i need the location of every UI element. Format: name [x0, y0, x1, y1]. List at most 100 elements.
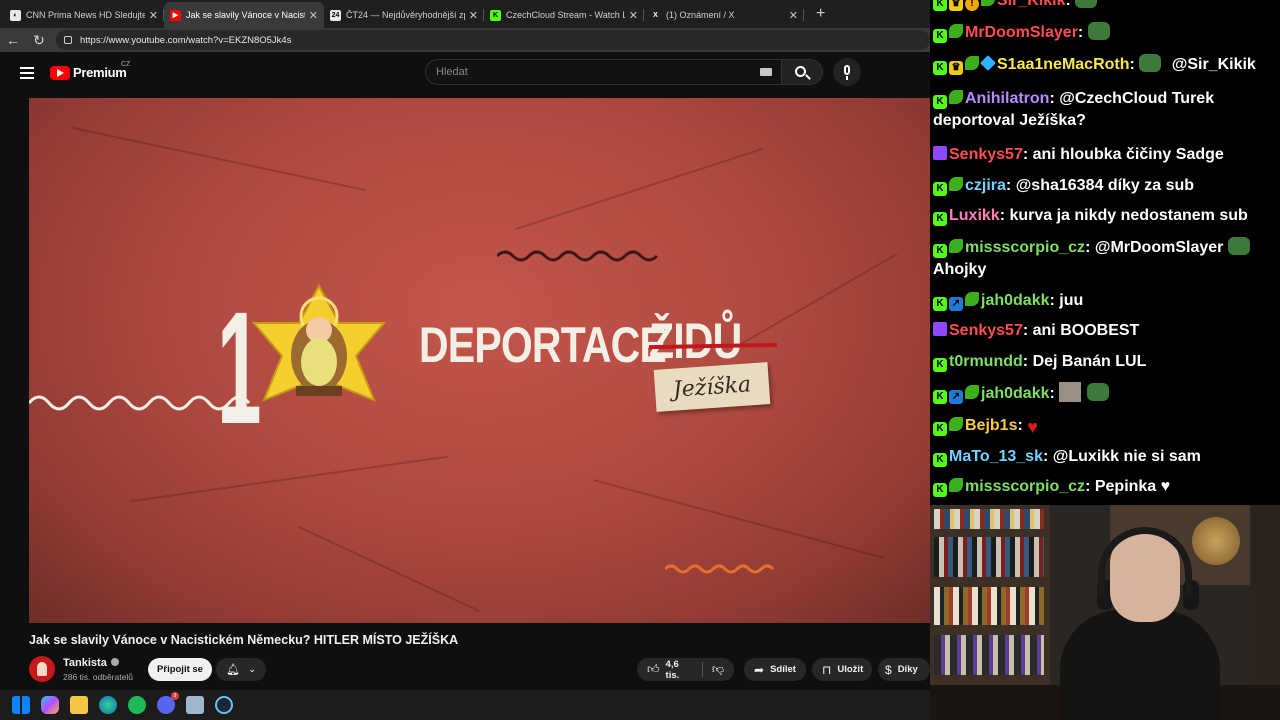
chat-badge-leaf-icon — [965, 292, 979, 306]
chat-message: K Bejb1s: ♥ — [933, 415, 1277, 437]
chat-text: @MrDoomSlayer — [1094, 239, 1224, 256]
like-count[interactable]: 4,6 tis. — [666, 659, 693, 681]
edge-icon[interactable] — [99, 696, 117, 714]
bookmark-icon: ⊓ — [822, 662, 832, 677]
thanks-button[interactable]: $ Díky — [878, 658, 930, 681]
video-player[interactable]: 1 DEPORTACE ŽIDŮ Ježíška — [29, 98, 930, 623]
premium-label: Premium — [73, 65, 127, 80]
new-tab-button[interactable]: + — [804, 2, 837, 28]
save-button[interactable]: ⊓ Uložit — [812, 658, 872, 681]
browser-tab[interactable]: K CzechCloud Stream - Watch Live o ✕ — [484, 2, 644, 28]
tab-close-icon[interactable]: ✕ — [789, 9, 798, 22]
chat-username[interactable]: Senkys57 — [949, 146, 1023, 163]
tab-close-icon[interactable]: ✕ — [149, 9, 158, 22]
search-box: Hledat — [425, 59, 823, 85]
channel-avatar[interactable] — [29, 656, 55, 682]
chat-text: kurva ja nikdy nedostanem sub — [1009, 207, 1248, 224]
windows-taskbar: 9 — [0, 690, 930, 720]
chat-username[interactable]: Luxikk — [949, 207, 1000, 224]
chat-badge-crown-icon: ♛ — [949, 0, 963, 11]
share-button[interactable]: ➦ Sdílet — [744, 658, 806, 681]
chat-username[interactable]: S1aa1neMacRoth — [997, 56, 1130, 73]
channel-name[interactable]: Tankista — [63, 657, 119, 669]
file-explorer-icon[interactable] — [70, 696, 88, 714]
url-field[interactable]: https://www.youtube.com/watch?v=EKZN8O5J… — [56, 30, 930, 50]
thanks-label: Díky — [897, 664, 918, 675]
chat-username[interactable]: Anihilatron — [965, 90, 1049, 107]
chat-message: Senkys57: ani BOOBEST — [933, 320, 1277, 342]
chat-username[interactable]: missscorpio_cz — [965, 478, 1085, 495]
search-button[interactable] — [782, 59, 823, 85]
voice-search-button[interactable] — [833, 58, 861, 86]
chat-badge-coin-icon: ! — [965, 0, 979, 11]
tab-close-icon[interactable]: ✕ — [469, 9, 478, 22]
chat-badge-k-icon: K — [933, 244, 947, 258]
chat-message: Kmissscorpio_cz: Pepinka ♥ — [933, 476, 1277, 498]
chevron-down-icon: ⌄ — [248, 664, 256, 674]
overlay-struck-word: ŽIDŮ — [649, 313, 742, 369]
steam-icon[interactable] — [215, 696, 233, 714]
youtube-header: Premium CZ Hledat — [0, 52, 930, 96]
browser-tab[interactable]: 24 ČT24 — Nejdůvěryhodnější zpravo ✕ — [324, 2, 484, 28]
chat-username[interactable]: Senkys57 — [949, 322, 1023, 339]
chat-text: ani BOOBEST — [1032, 322, 1140, 339]
save-label: Uložit — [837, 664, 864, 675]
menu-icon[interactable] — [20, 67, 34, 79]
chat-message: K Anihilatron: @CzechCloud Turek deportov… — [933, 90, 1215, 129]
youtube-logo[interactable]: Premium — [50, 65, 127, 80]
chat-username[interactable]: jah0dakk — [981, 292, 1049, 309]
keyboard-icon[interactable] — [760, 68, 772, 76]
windows-start-icon[interactable] — [12, 696, 30, 714]
chat-username[interactable]: MaTo_13_sk — [949, 448, 1043, 465]
thumbs-up-icon[interactable]: 👍︎ — [647, 662, 660, 677]
chat-badge-k-icon: K — [933, 212, 947, 226]
chat-message: K Luxikk: kurva ja nikdy nedostanem sub — [933, 205, 1277, 227]
tab-close-icon[interactable]: ✕ — [629, 9, 638, 22]
search-placeholder: Hledat — [436, 66, 468, 78]
search-input[interactable]: Hledat — [425, 59, 782, 85]
chat-badge-k-icon: K — [933, 29, 947, 43]
overlay-title: DEPORTACE — [419, 317, 667, 373]
notepad-icon[interactable] — [186, 696, 204, 714]
browser-tab[interactable]: X (1) Oznámení / X ✕ — [644, 2, 804, 28]
chat-badge-k-icon: K — [933, 422, 947, 436]
chat-badge-k-icon: K — [933, 61, 947, 75]
chat-text: juu — [1059, 292, 1084, 309]
reload-icon[interactable]: ↻ — [26, 32, 52, 49]
chat-badge-k-icon: K — [933, 483, 947, 497]
tab-favicon-icon: X — [650, 9, 661, 21]
chat-username[interactable]: Sir_Kikik — [997, 0, 1065, 9]
chat-emote-pepe — [1227, 237, 1250, 255]
discord-icon[interactable]: 9 — [157, 692, 179, 714]
notification-button[interactable]: 🔔︎ ⌄ — [216, 658, 266, 681]
chat-badge-arrow-icon: ↗ — [949, 390, 963, 404]
back-icon[interactable]: ← — [0, 32, 26, 48]
chat-badge-leaf-icon — [949, 417, 963, 431]
copilot-icon[interactable] — [41, 696, 59, 714]
channel-name-text: Tankista — [63, 657, 107, 669]
chat-badge-arrow-icon: ↗ — [949, 297, 963, 311]
join-button[interactable]: Připojit se — [148, 658, 212, 681]
site-info-icon[interactable] — [64, 36, 72, 44]
share-label: Sdílet — [770, 664, 796, 675]
chat-message: Senkys57: ani hloubka čičiny Sadge — [933, 144, 1277, 166]
spotify-icon[interactable] — [128, 696, 146, 714]
video-title: Jak se slavily Vánoce v Nacistickém Něme… — [29, 633, 459, 647]
browser-tab-bar: ◐ CNN Prima News HD Sledujte na T ✕ ▶ Jak se… — [0, 0, 930, 28]
address-bar-row: ← ↻ https://www.youtube.com/watch?v=EKZN… — [0, 28, 930, 52]
chat-username[interactable]: missscorpio_cz — [965, 239, 1085, 256]
chat-text: @Sir_Kikik — [1167, 56, 1256, 73]
chat-username[interactable]: t0rmundd — [949, 353, 1023, 370]
browser-tab[interactable]: ▶ Jak se slavily Vánoce v Nacistickém ✕ — [164, 2, 324, 28]
chat-username[interactable]: czjira — [965, 177, 1006, 194]
chat-emote-img — [1059, 382, 1082, 402]
chat-username[interactable]: Bejb1s — [965, 417, 1017, 434]
tab-favicon-icon: 24 — [330, 9, 341, 21]
tab-close-icon[interactable]: ✕ — [309, 9, 318, 22]
thumbs-down-icon[interactable]: 👎︎ — [712, 662, 724, 677]
chat-username[interactable]: MrDoomSlayer — [965, 24, 1078, 41]
chat-badge-k-icon: K — [933, 95, 947, 109]
chat-username[interactable]: jah0dakk — [981, 385, 1049, 402]
browser-tab[interactable]: ◐ CNN Prima News HD Sledujte na T ✕ — [4, 2, 164, 28]
chat-emote-heart: ♥ — [1027, 417, 1038, 437]
